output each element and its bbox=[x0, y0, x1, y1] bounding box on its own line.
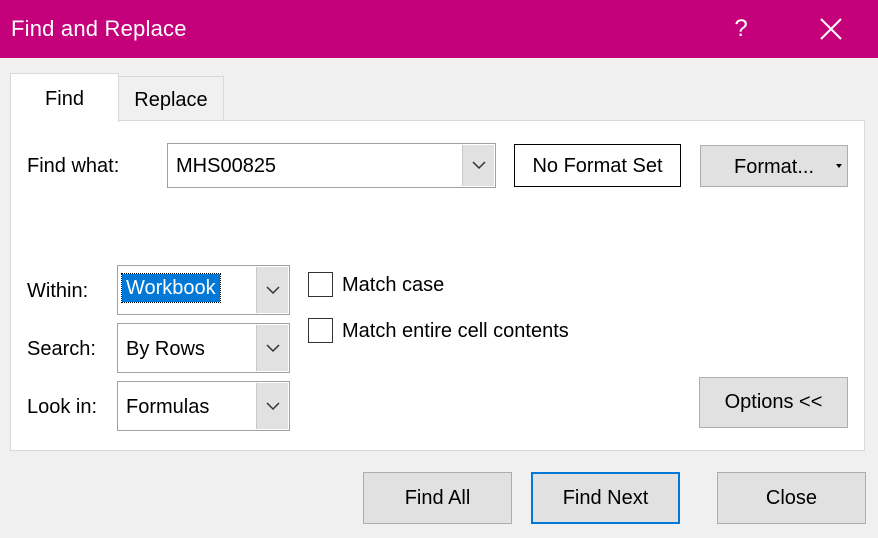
chevron-down-icon bbox=[266, 286, 280, 295]
find-what-dropdown-button[interactable] bbox=[462, 145, 494, 186]
match-entire-cell-label[interactable]: Match entire cell contents bbox=[342, 320, 569, 343]
within-dropdown-button[interactable] bbox=[256, 267, 288, 313]
search-dropdown-button[interactable] bbox=[256, 325, 288, 371]
look-in-dropdown-button[interactable] bbox=[256, 383, 288, 429]
within-selected-value: Workbook bbox=[121, 273, 221, 303]
chevron-down-icon bbox=[266, 402, 280, 411]
window-title: Find and Replace bbox=[11, 16, 187, 41]
find-what-combobox[interactable]: MHS00825 bbox=[167, 143, 496, 188]
search-label: Search: bbox=[27, 338, 96, 360]
within-label: Within: bbox=[27, 280, 89, 302]
format-button[interactable]: Format... bbox=[700, 145, 848, 187]
chevron-down-icon bbox=[266, 344, 280, 353]
find-all-button[interactable]: Find All bbox=[363, 472, 512, 524]
look-in-label: Look in: bbox=[27, 396, 98, 418]
dropdown-arrow-icon bbox=[836, 164, 842, 168]
match-entire-cell-checkbox[interactable] bbox=[308, 318, 333, 343]
tab-replace[interactable]: Replace bbox=[119, 76, 224, 121]
match-case-label[interactable]: Match case bbox=[342, 274, 444, 297]
format-preview: No Format Set bbox=[514, 144, 681, 187]
format-button-label: Format... bbox=[734, 156, 815, 178]
find-next-button[interactable]: Find Next bbox=[531, 472, 680, 524]
chevron-down-icon bbox=[472, 161, 486, 170]
match-case-checkbox[interactable] bbox=[308, 272, 333, 297]
help-button[interactable]: ? bbox=[720, 8, 762, 50]
look-in-combobox[interactable]: Formulas bbox=[117, 381, 290, 431]
find-what-input[interactable]: MHS00825 bbox=[176, 144, 276, 188]
options-button[interactable]: Options << bbox=[699, 377, 848, 428]
find-what-label: Find what: bbox=[27, 155, 120, 177]
help-icon: ? bbox=[734, 15, 748, 42]
search-combobox[interactable]: By Rows bbox=[117, 323, 290, 373]
within-combobox[interactable]: Workbook bbox=[117, 265, 290, 315]
close-icon bbox=[820, 18, 842, 40]
look-in-selected-value: Formulas bbox=[126, 396, 210, 418]
search-selected-value: By Rows bbox=[126, 338, 205, 360]
close-button[interactable]: Close bbox=[717, 472, 866, 524]
close-window-button[interactable] bbox=[808, 8, 854, 50]
title-bar: Find and Replace ? bbox=[0, 0, 878, 58]
tab-find[interactable]: Find bbox=[10, 73, 119, 122]
